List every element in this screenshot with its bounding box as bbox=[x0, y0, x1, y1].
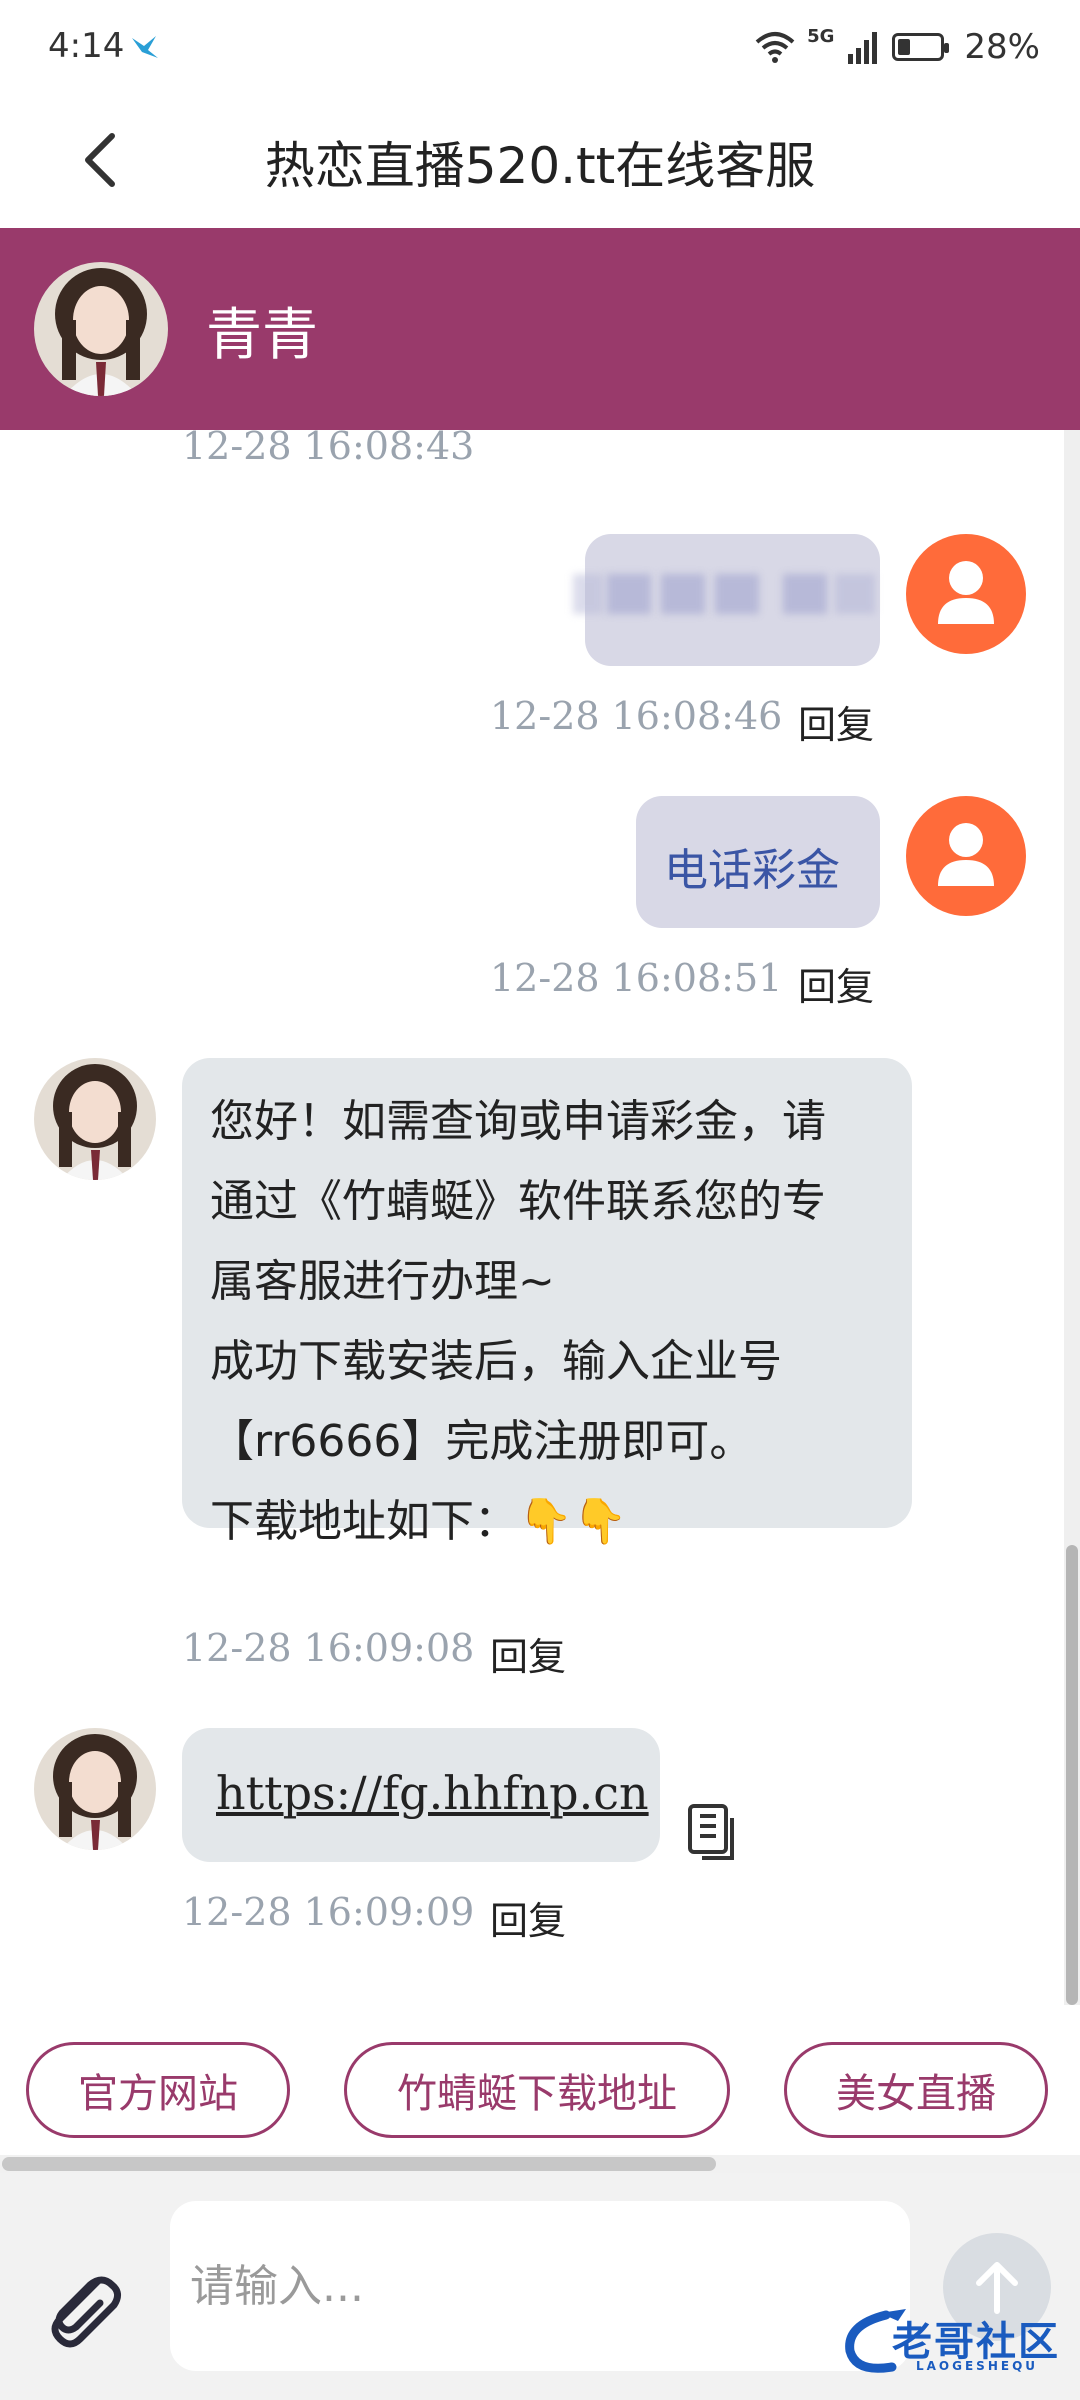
copy-icon bbox=[688, 1804, 734, 1860]
message-timestamp: 12-28 16:09:08 bbox=[182, 1626, 475, 1670]
obscured-text bbox=[573, 574, 893, 614]
battery-level: 28% bbox=[964, 27, 1040, 67]
reply-link[interactable]: 回复 bbox=[490, 1890, 566, 1945]
quick-button-live-stream[interactable]: 美女直播 bbox=[784, 2042, 1048, 2138]
user-avatar[interactable] bbox=[906, 534, 1026, 654]
agent-message-avatar[interactable] bbox=[34, 1058, 156, 1180]
page-title: 热恋直播520.tt在线客服 bbox=[264, 137, 816, 195]
status-bar: 4:14 5G 28% bbox=[0, 0, 1080, 98]
chat-messages[interactable]: 12-28 16:08:43 12-28 16:08:46 回复 电话彩金 12… bbox=[0, 430, 1080, 2005]
reply-link[interactable]: 回复 bbox=[798, 956, 874, 1011]
quick-button-download-url[interactable]: 竹蜻蜓下载地址 bbox=[344, 2042, 730, 2138]
message-text: 电话彩金 bbox=[664, 845, 840, 896]
battery-icon bbox=[892, 33, 950, 61]
scrollbar-thumb[interactable] bbox=[2, 2157, 716, 2171]
scrollbar-thumb[interactable] bbox=[1066, 1545, 1078, 2005]
message-input[interactable] bbox=[170, 2201, 910, 2371]
message-timestamp: 12-28 16:08:43 bbox=[182, 430, 475, 468]
input-bar: 老哥社区 LAOGESHEQU bbox=[0, 2173, 1080, 2400]
message-timestamp: 12-28 16:08:51 bbox=[490, 956, 783, 1000]
status-indicators: 5G 28% bbox=[755, 22, 1040, 72]
agent-message-avatar[interactable] bbox=[34, 1728, 156, 1850]
watermark-logo: 老哥社区 LAOGESHEQU bbox=[840, 2303, 1070, 2383]
incoming-message-bubble[interactable]: https://fg.hhfnp.cn bbox=[182, 1728, 660, 1862]
message-timestamp: 12-28 16:09:09 bbox=[182, 1890, 475, 1934]
message-timestamp: 12-28 16:08:46 bbox=[490, 694, 783, 738]
agent-name: 青青 bbox=[206, 303, 318, 368]
wifi-icon bbox=[755, 32, 795, 63]
reply-link[interactable]: 回复 bbox=[490, 1626, 566, 1681]
agent-header: 青青 bbox=[0, 228, 1080, 430]
chat-scrollbar[interactable] bbox=[1064, 430, 1080, 2005]
signal-icon bbox=[848, 32, 878, 64]
user-icon bbox=[938, 823, 994, 886]
quick-reply-scrollbar[interactable] bbox=[0, 2155, 1080, 2173]
quick-reply-bar: 官方网站 竹蜻蜓下载地址 美女直播 bbox=[0, 2005, 1080, 2155]
message-text: 您好！如需查询或申请彩金，请 通过《竹蜻蜓》软件联系您的专 属客服进行办理~ 成… bbox=[210, 1096, 826, 1547]
agent-avatar[interactable] bbox=[34, 262, 168, 396]
watermark-subtext: LAOGESHEQU bbox=[916, 2359, 1039, 2373]
outgoing-message-bubble[interactable]: 电话彩金 bbox=[636, 796, 880, 928]
user-icon bbox=[938, 561, 994, 624]
copy-button[interactable] bbox=[686, 1802, 740, 1862]
app-notification-icon bbox=[132, 36, 158, 58]
title-bar: 热恋直播520.tt在线客服 bbox=[0, 98, 1080, 228]
attach-button[interactable] bbox=[38, 2263, 128, 2353]
status-time: 4:14 bbox=[48, 26, 125, 66]
message-link[interactable]: https://fg.hhfnp.cn bbox=[216, 1766, 649, 1820]
paperclip-icon bbox=[51, 2276, 121, 2348]
outgoing-message-bubble[interactable] bbox=[573, 534, 880, 666]
user-avatar[interactable] bbox=[906, 796, 1026, 916]
quick-button-official-site[interactable]: 官方网站 bbox=[26, 2042, 290, 2138]
reply-link[interactable]: 回复 bbox=[798, 694, 874, 749]
network-type: 5G bbox=[807, 26, 835, 47]
